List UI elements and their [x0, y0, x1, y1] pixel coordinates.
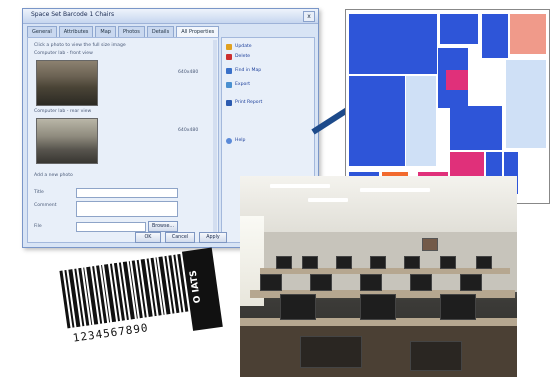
photo-size-2: 640x480 [178, 128, 199, 133]
barcode-tag: O IATS [181, 247, 223, 331]
chair [300, 336, 362, 368]
ceiling-light [360, 188, 430, 192]
file-field[interactable] [76, 222, 146, 232]
photos-panel: Click a photo to view the full size imag… [27, 37, 219, 243]
update-icon [226, 44, 232, 50]
photo-caption-2: Computer lab - rear view [34, 109, 92, 114]
room-block [440, 14, 478, 44]
help-icon [226, 138, 232, 144]
monitor [370, 256, 386, 269]
floor [240, 326, 517, 377]
ok-button[interactable]: OK [135, 232, 161, 243]
monitor [360, 294, 396, 320]
file-label: File [34, 224, 42, 229]
wall-picture [422, 238, 438, 251]
tab-general[interactable]: General [27, 26, 57, 37]
room-block [349, 76, 405, 166]
title-label: Title [34, 190, 44, 195]
apply-button[interactable]: Apply [199, 232, 227, 243]
monitor [276, 256, 292, 269]
help-link[interactable]: Help [235, 138, 245, 143]
browse-button[interactable]: Browse... [148, 221, 178, 232]
corridor-block [406, 76, 436, 166]
scrollbar[interactable] [213, 40, 217, 238]
export-link[interactable]: Export [235, 82, 250, 87]
map-icon [226, 68, 232, 74]
monitor [336, 256, 352, 269]
monitor [460, 274, 482, 291]
barcode-bars [55, 251, 191, 331]
info-line: Click a photo to view the full size imag… [34, 43, 126, 48]
print-report-link[interactable]: Print Report [235, 100, 262, 105]
room-block [446, 70, 468, 90]
photo-size-1: 640x480 [178, 70, 199, 75]
monitor [440, 294, 476, 320]
tab-attributes[interactable]: Attributes [58, 26, 94, 37]
ceiling-light [270, 184, 330, 188]
ceiling-light [308, 198, 348, 202]
photo-thumbnail-1[interactable] [36, 60, 98, 106]
room-block [482, 14, 508, 58]
monitor [404, 256, 420, 269]
tab-all-properties[interactable]: All Properties [176, 26, 220, 37]
find-in-map-link[interactable]: Find in Map [235, 68, 261, 73]
monitor [260, 274, 282, 291]
barcode-label: 1234567890 O IATS [55, 247, 225, 348]
room-block [450, 106, 502, 150]
classroom-photo [240, 176, 517, 377]
barcode-tag-text: O IATS [188, 269, 204, 304]
comment-field[interactable] [76, 201, 178, 217]
print-icon [226, 100, 232, 106]
photo-thumbnail-2[interactable] [36, 118, 98, 164]
corridor-block [506, 60, 546, 148]
title-field[interactable] [76, 188, 178, 198]
delete-link[interactable]: Delete [235, 54, 250, 59]
delete-icon [226, 54, 232, 60]
tab-strip: General Attributes Map Photos Details Al… [27, 26, 220, 37]
close-icon[interactable]: x [303, 11, 315, 22]
cancel-button[interactable]: Cancel [165, 232, 195, 243]
photo-caption-1: Computer lab - front view [34, 51, 93, 56]
comment-label: Comment [34, 203, 57, 208]
tab-map[interactable]: Map [95, 26, 116, 37]
tab-photos[interactable]: Photos [117, 26, 145, 37]
tab-details[interactable]: Details [146, 26, 175, 37]
room-block [349, 14, 437, 74]
add-photo-title: Add a new photo [34, 173, 73, 178]
dialog-titlebar: Space Set Barcode 1 Chairs x [23, 9, 318, 24]
monitor [476, 256, 492, 269]
floor-plan-map[interactable] [345, 9, 550, 204]
monitor [280, 294, 316, 320]
monitor [310, 274, 332, 291]
monitor [360, 274, 382, 291]
room-block [510, 14, 546, 54]
monitor [410, 274, 432, 291]
dialog-title: Space Set Barcode 1 Chairs [31, 11, 115, 18]
monitor [302, 256, 318, 269]
export-icon [226, 82, 232, 88]
update-link[interactable]: Update [235, 44, 252, 49]
chair [410, 341, 462, 371]
monitor [440, 256, 456, 269]
